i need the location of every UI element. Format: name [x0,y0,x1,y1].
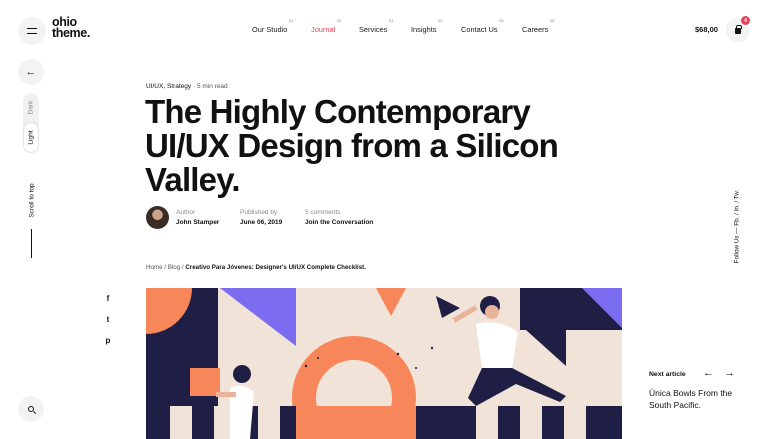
shopping-bag-icon [735,25,742,34]
author-avatar [146,206,169,229]
twitter-icon[interactable]: t [104,315,112,324]
arrow-right-icon[interactable]: → [724,367,735,379]
article-meta: UI/UX, Strategy · 5 min read [146,83,228,90]
author-info: Author John Stamper [176,209,219,226]
nav-number: 05 [499,18,504,23]
nav-label: Insights [411,25,437,34]
article-categories[interactable]: UI/UX, Strategy [146,83,191,90]
article-title: The Highly Contemporary UI/UX Design fro… [145,93,559,198]
cart-count-badge: 4 [741,16,750,25]
published-date: June 06, 2019 [240,219,283,226]
nav-item-contact-us[interactable]: Contact Us 05 [461,18,504,34]
nav-label: Services [359,25,388,34]
cart-total: $68,00 [695,25,718,34]
facebook-icon[interactable]: f [104,294,112,303]
nav-item-our-studio[interactable]: Our Studio 01 [252,18,293,34]
scroll-line [31,229,32,258]
nav-label: Contact Us [461,25,498,34]
theme-light-label[interactable]: Light [28,128,35,148]
breadcrumb-separator: / [164,264,166,271]
search-icon [28,406,34,412]
published-info: Published by June 06, 2019 [240,209,282,226]
breadcrumb-current: Creativo Para Jóvenes: Designer's UI/UX … [185,264,366,271]
hero-illustration-art [146,288,622,439]
breadcrumb-home[interactable]: Home [146,264,163,271]
nav-item-services[interactable]: Services 03 [359,18,393,34]
main-nav: Our Studio 01 Journal 02 Services 03 Ins… [0,0,768,60]
arrow-left-icon: ← [25,66,37,78]
nav-label: Our Studio [252,25,288,34]
comments-info: 5 comments Join the Conversation [305,209,373,226]
published-label: Published by [240,209,278,216]
nav-number: 02 [336,18,342,23]
read-time: 5 min read [196,83,228,90]
search-button[interactable] [18,396,44,422]
arrow-left-icon[interactable]: ← [703,367,714,379]
breadcrumb: Home / Blog / Creativo Para Jóvenes: Des… [146,264,366,271]
scroll-to-top-link[interactable]: Scroll to top [29,172,36,230]
author-name[interactable]: John Stamper [176,219,219,226]
nav-number: 03 [388,18,394,23]
nav-number: 04 [438,18,443,23]
follow-us-links[interactable]: Follow Us — Fb. / In. / Tw. [734,160,741,294]
author-label: Author [176,209,196,216]
nav-item-insights[interactable]: Insights 04 [411,18,442,34]
nav-item-careers[interactable]: Careers 06 [522,18,554,34]
back-button[interactable]: ← [18,59,44,85]
nav-item-journal[interactable]: Journal 02 [311,18,341,34]
nav-label: Journal [311,25,336,34]
comments-count: 5 comments [305,209,341,216]
hero-illustration [146,288,622,439]
nav-number: 06 [549,18,555,23]
next-article-label: Next article [649,371,686,378]
theme-dark-label[interactable]: Dark [28,98,35,118]
breadcrumb-blog[interactable]: Blog [168,264,180,271]
pinterest-icon[interactable]: p [104,336,112,345]
breadcrumb-separator: / [181,264,184,271]
next-article-title[interactable]: Única Bowls From the South Pacific. [649,387,744,411]
nav-label: Careers [522,25,549,34]
meta-separator: · [192,83,196,90]
join-conversation-link[interactable]: Join the Conversation [305,219,373,226]
nav-number: 01 [288,18,294,23]
